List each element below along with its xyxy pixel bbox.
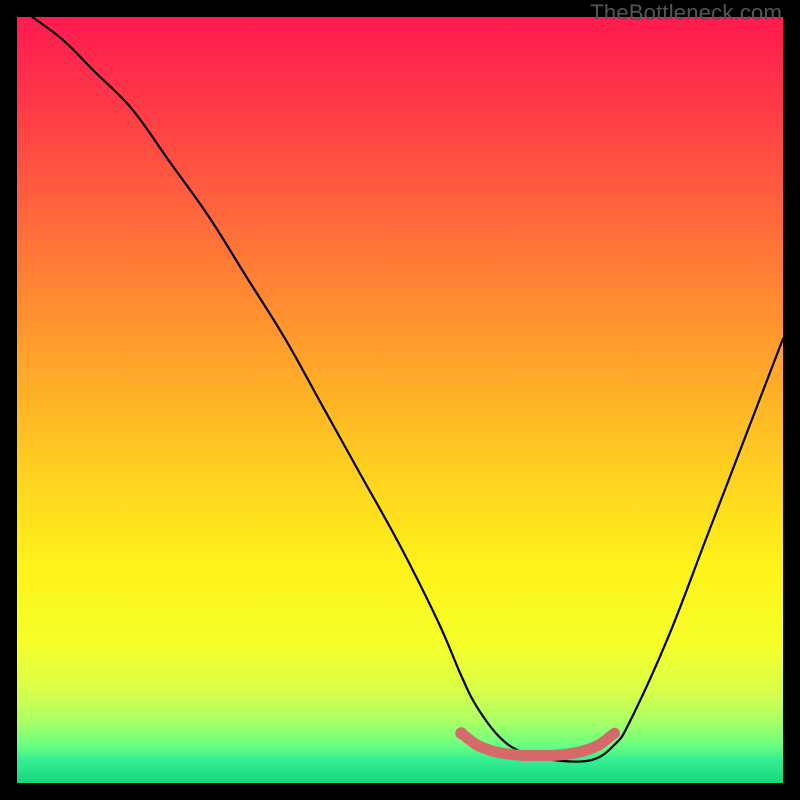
curve-layer: [17, 17, 783, 783]
bottleneck-curve: [32, 17, 783, 762]
optimal-band-start-dot: [455, 727, 467, 739]
optimal-band: [461, 733, 614, 755]
watermark-text: TheBottleneck.com: [590, 0, 782, 26]
chart-frame: TheBottleneck.com: [0, 0, 800, 800]
plot-area: [17, 17, 783, 783]
